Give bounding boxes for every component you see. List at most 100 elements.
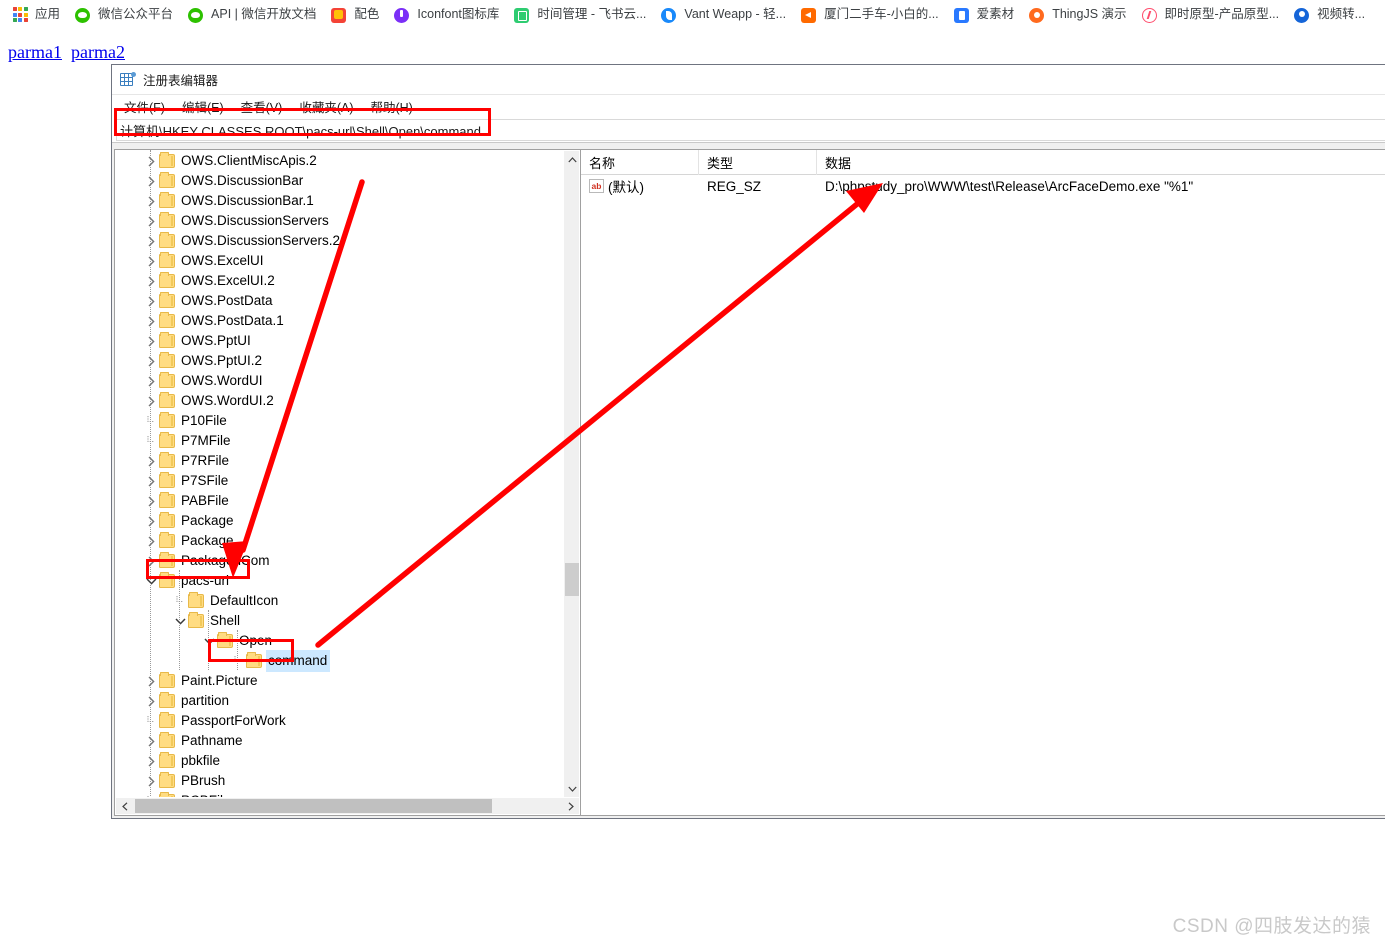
tree-node[interactable]: Package	[115, 511, 563, 531]
chevron-right-icon[interactable]	[143, 751, 159, 771]
link-parma1[interactable]: parma1	[8, 42, 62, 62]
feishu-doc-icon	[514, 7, 530, 23]
chevron-right-icon[interactable]	[143, 471, 159, 491]
menu-item[interactable]: 编辑(E)	[182, 97, 224, 116]
registry-path-input[interactable]: 计算机\HKEY CLASSES ROOT\pacs-url\Shell\Ope…	[116, 119, 1385, 141]
column-header-type[interactable]: 类型	[699, 150, 817, 175]
tree-node[interactable]: OWS.WordUI	[115, 371, 563, 391]
bookmark-item[interactable]: 微信公众平台	[71, 3, 182, 27]
chevron-right-icon[interactable]	[143, 531, 159, 551]
chevron-right-icon[interactable]	[143, 391, 159, 411]
chevron-right-icon[interactable]	[143, 191, 159, 211]
tree-node[interactable]: PABFile	[115, 491, 563, 511]
chevron-right-icon[interactable]	[143, 251, 159, 271]
chevron-right-icon[interactable]	[143, 771, 159, 791]
bookmark-item[interactable]: 爱素材	[950, 3, 1024, 27]
tree-node[interactable]: P7SFile	[115, 471, 563, 491]
bookmark-item[interactable]: 视频转...	[1290, 3, 1374, 27]
bookmark-item[interactable]: API | 微信开放文档	[184, 3, 325, 27]
bookmark-item[interactable]: 时间管理 - 飞书云...	[510, 3, 655, 27]
tree-node[interactable]: pacs-url	[115, 571, 563, 591]
bookmark-item[interactable]: ThingJS 演示	[1025, 3, 1135, 27]
folder-icon	[159, 172, 175, 188]
tree-node[interactable]: OWS.ClientMiscApis.2	[115, 151, 563, 171]
tree-hscrollbar-thumb[interactable]	[135, 799, 492, 813]
menu-item[interactable]: 帮助(H)	[370, 97, 412, 116]
tree-node[interactable]: PassportForWork	[115, 711, 563, 731]
chevron-right-icon[interactable]	[143, 271, 159, 291]
chevron-right-icon[interactable]	[143, 171, 159, 191]
chevron-right-icon[interactable]	[143, 331, 159, 351]
menu-item[interactable]: 收藏夹(A)	[299, 97, 353, 116]
tree-node[interactable]: Package	[115, 531, 563, 551]
column-header-name[interactable]: 名称	[581, 150, 699, 175]
chevron-right-icon[interactable]	[143, 291, 159, 311]
tree-node[interactable]: DefaultIcon	[115, 591, 563, 611]
tree-node-label: OWS.WordUI	[181, 373, 263, 388]
folder-icon	[159, 692, 175, 708]
tree-node[interactable]: OWS.DiscussionServers	[115, 211, 563, 231]
tree-node[interactable]: Shell	[115, 611, 563, 631]
folder-icon	[159, 732, 175, 748]
bookmark-item[interactable]: 应用	[8, 3, 69, 27]
tree-node[interactable]: OWS.PostData.1	[115, 311, 563, 331]
tree-node[interactable]: P7MFile	[115, 431, 563, 451]
bookmark-item[interactable]: 即时原型-产品原型...	[1138, 3, 1289, 27]
link-parma2[interactable]: parma2	[71, 42, 125, 62]
tree-node[interactable]: partition	[115, 691, 563, 711]
tree-node[interactable]: PackagedCom	[115, 551, 563, 571]
folder-icon	[159, 772, 175, 788]
tree-node[interactable]: Open	[115, 631, 563, 651]
tree-node[interactable]: Pathname	[115, 731, 563, 751]
chevron-right-icon[interactable]	[143, 151, 159, 171]
chevron-down-icon[interactable]	[201, 631, 217, 651]
bookmark-item[interactable]: Iconfont图标库	[390, 3, 508, 27]
tree-node[interactable]: OWS.DiscussionServers.2	[115, 231, 563, 251]
vant-icon	[661, 7, 677, 23]
scroll-left-icon[interactable]	[116, 798, 133, 814]
scroll-down-icon[interactable]	[564, 780, 580, 797]
tree-node[interactable]: P7RFile	[115, 451, 563, 471]
tree-vertical-scrollbar[interactable]	[563, 151, 579, 797]
tree-node[interactable]: PBrush	[115, 771, 563, 791]
chevron-down-icon[interactable]	[143, 571, 159, 591]
menu-item[interactable]: 查看(V)	[241, 97, 283, 116]
folder-icon	[159, 472, 175, 488]
tree-node[interactable]: OWS.PostData	[115, 291, 563, 311]
tree-node[interactable]: pbkfile	[115, 751, 563, 771]
column-header-data[interactable]: 数据	[817, 150, 1385, 175]
tree-node-selected[interactable]: command	[115, 650, 563, 672]
chevron-right-icon[interactable]	[143, 351, 159, 371]
tree-node[interactable]: P10File	[115, 411, 563, 431]
chevron-right-icon[interactable]	[143, 671, 159, 691]
tree-node-label: Paint.Picture	[181, 673, 258, 688]
tree-node[interactable]: OWS.PptUI.2	[115, 351, 563, 371]
chevron-right-icon[interactable]	[143, 491, 159, 511]
tree-node[interactable]: Paint.Picture	[115, 671, 563, 691]
scroll-right-icon[interactable]	[562, 798, 579, 814]
tree-node[interactable]: OWS.WordUI.2	[115, 391, 563, 411]
menu-item[interactable]: 文件(F)	[124, 97, 165, 116]
chevron-right-icon[interactable]	[143, 231, 159, 251]
tree-node[interactable]: OWS.ExcelUI.2	[115, 271, 563, 291]
tree-node[interactable]: OWS.DiscussionBar.1	[115, 191, 563, 211]
chevron-down-icon[interactable]	[172, 611, 188, 631]
value-row[interactable]: ab (默认) REG_SZ D:\phpstudy_pro\WWW\test\Rel…	[581, 175, 1385, 197]
chevron-right-icon[interactable]	[143, 211, 159, 231]
chevron-right-icon[interactable]	[143, 311, 159, 331]
chevron-right-icon[interactable]	[143, 511, 159, 531]
chevron-right-icon[interactable]	[143, 731, 159, 751]
chevron-right-icon[interactable]	[143, 691, 159, 711]
bookmark-item[interactable]: 厦门二手车-小白的...	[797, 3, 948, 27]
chevron-right-icon[interactable]	[143, 371, 159, 391]
tree-horizontal-scrollbar[interactable]	[116, 797, 579, 814]
tree-node[interactable]: OWS.ExcelUI	[115, 251, 563, 271]
bookmark-item[interactable]: Vant Weapp - 轻...	[657, 3, 795, 27]
chevron-right-icon[interactable]	[143, 551, 159, 571]
tree-node[interactable]: OWS.PptUI	[115, 331, 563, 351]
chevron-right-icon[interactable]	[143, 451, 159, 471]
tree-scrollbar-thumb[interactable]	[565, 563, 579, 596]
tree-node[interactable]: OWS.DiscussionBar	[115, 171, 563, 191]
scroll-up-icon[interactable]	[564, 151, 580, 168]
bookmark-item[interactable]: 配色	[327, 3, 388, 27]
